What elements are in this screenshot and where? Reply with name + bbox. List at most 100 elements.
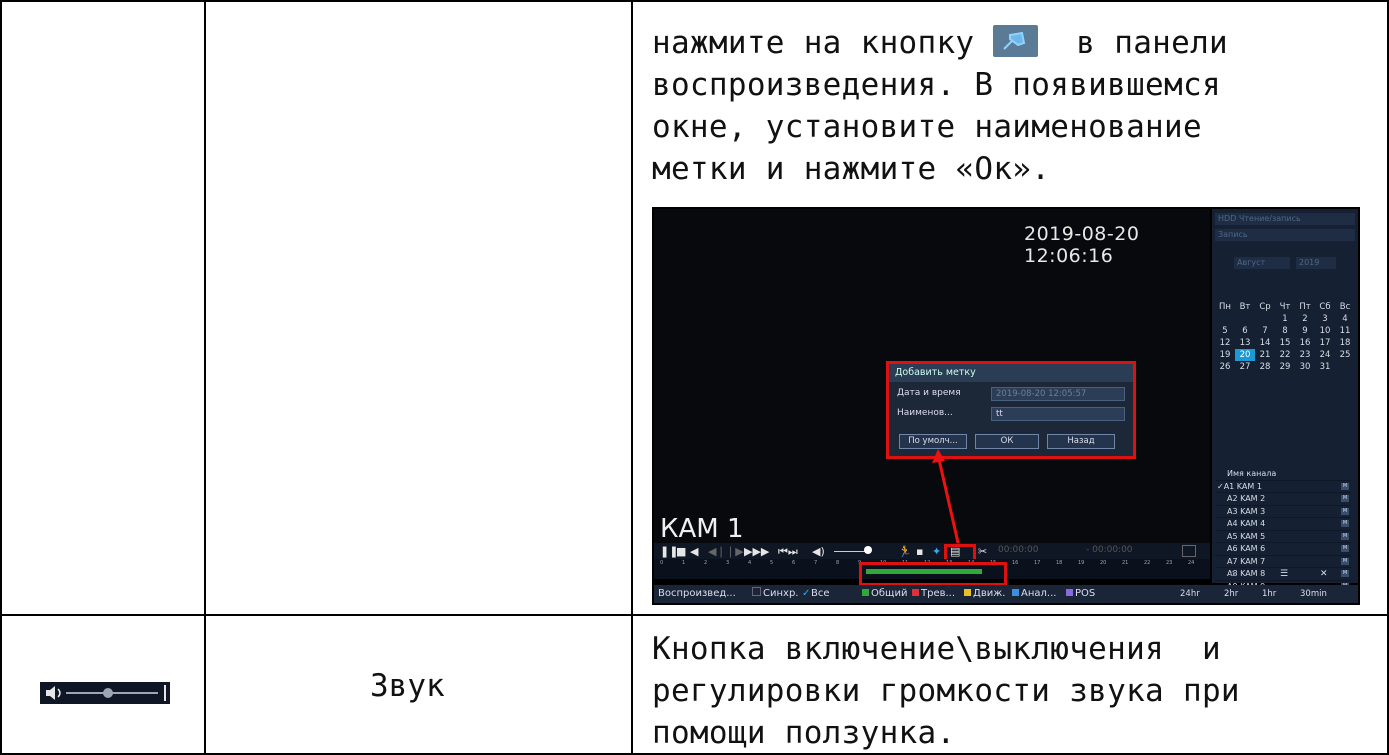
- save-icon[interactable]: [1182, 545, 1196, 557]
- weekday-label: Вт: [1239, 302, 1251, 312]
- channel-item[interactable]: A4 KAM 4M: [1215, 518, 1351, 531]
- calendar-day[interactable]: 30: [1295, 361, 1315, 373]
- weekday-label: Чт: [1279, 302, 1291, 312]
- calendar-day[interactable]: 1: [1275, 313, 1295, 325]
- start-time: 00:00:00: [998, 545, 1039, 555]
- month-select[interactable]: Август: [1234, 257, 1290, 269]
- legend-pos: POS: [1066, 585, 1095, 603]
- calendar-day[interactable]: 9: [1295, 325, 1315, 337]
- timeline-tick-label: 0: [660, 560, 664, 566]
- calendar-day[interactable]: 17: [1315, 337, 1335, 349]
- legend-motion: Движ.: [964, 585, 1005, 603]
- timeline-tick-label: 3: [726, 560, 730, 566]
- year-select[interactable]: 2019: [1296, 257, 1336, 269]
- calendar-day[interactable]: 28: [1255, 361, 1275, 373]
- snapshot-icon[interactable]: ▪: [916, 545, 923, 558]
- mode-label: Воспроизвед...: [658, 588, 736, 599]
- calendar-day[interactable]: 10: [1315, 325, 1335, 337]
- calendar-day[interactable]: 22: [1275, 349, 1295, 361]
- legend-alarm: Трев...: [912, 585, 955, 603]
- weekday-label: Сб: [1319, 302, 1331, 312]
- channel-mode-icon[interactable]: M: [1341, 557, 1349, 565]
- calendar-day[interactable]: 6: [1235, 325, 1255, 337]
- calendar-day[interactable]: 4: [1335, 313, 1355, 325]
- calendar-day[interactable]: 20: [1235, 349, 1255, 361]
- step-forward-icon[interactable]: ❘▶: [726, 545, 744, 558]
- video-area: 2019-08-20 12:06:16 КАМ 1 Добавить метку…: [654, 209, 1210, 579]
- sidebar-tool-icon[interactable]: ⌂: [1230, 569, 1236, 579]
- calendar-week: 12 13 14 15 16 17 18: [1215, 337, 1355, 349]
- weekday-label: Пт: [1299, 302, 1311, 312]
- channel-mode-icon[interactable]: M: [1341, 507, 1349, 515]
- red-arrow: [932, 449, 961, 548]
- calendar-day: [1255, 313, 1275, 325]
- calendar-day[interactable]: 3: [1315, 313, 1335, 325]
- calendar-day: [1235, 313, 1255, 325]
- zoom-30min[interactable]: 30min: [1300, 585, 1327, 603]
- calendar-day[interactable]: 27: [1235, 361, 1255, 373]
- volume-knob[interactable]: [864, 546, 872, 554]
- volume-icon[interactable]: ◀): [812, 545, 825, 558]
- timeline-tick-label: 1: [682, 560, 686, 566]
- calendar-day[interactable]: 29: [1275, 361, 1295, 373]
- channel-mode-icon[interactable]: M: [1341, 532, 1349, 540]
- clip-icon[interactable]: ✂: [978, 545, 987, 558]
- zoom-2hr[interactable]: 2hr: [1224, 585, 1238, 603]
- zoom-1hr[interactable]: 1hr: [1262, 585, 1276, 603]
- storage-select[interactable]: HDD Чтение/запись: [1215, 213, 1355, 225]
- channel-item[interactable]: A3 KAM 3M: [1215, 506, 1351, 518]
- reverse-icon[interactable]: ◀: [690, 545, 698, 558]
- channel-mode-icon[interactable]: M: [1341, 482, 1349, 490]
- channel-item[interactable]: A5 KAM 5M: [1215, 531, 1351, 543]
- skip-icon[interactable]: ⏮⏭: [778, 545, 798, 559]
- calendar-day[interactable]: 26: [1215, 361, 1235, 373]
- calendar-day[interactable]: 8: [1275, 325, 1295, 337]
- calendar-day[interactable]: 13: [1235, 337, 1255, 349]
- timeline-tick-label: 16: [1012, 560, 1019, 566]
- list-view-icon[interactable]: ☰: [1280, 569, 1288, 579]
- channel-item[interactable]: A6 KAM 6M: [1215, 543, 1351, 556]
- calendar-day[interactable]: 14: [1255, 337, 1275, 349]
- sidebar-tools: ⌂ ☰ ✕: [1230, 569, 1350, 582]
- stop-icon[interactable]: ■: [676, 545, 686, 558]
- calendar-day[interactable]: 2: [1295, 313, 1315, 325]
- channel-item[interactable]: ✓A1 KAM 1M: [1215, 481, 1351, 493]
- channel-mode-icon[interactable]: M: [1341, 545, 1349, 552]
- add-mark-icon[interactable]: ✦: [932, 545, 941, 558]
- channel-item[interactable]: A7 KAM 7M: [1215, 556, 1351, 568]
- channel-item[interactable]: A2 KAM 2M: [1215, 493, 1351, 506]
- smart-search-icon[interactable]: 🏃: [898, 545, 912, 558]
- fast-forward-icon[interactable]: ▶▶▶: [744, 545, 769, 558]
- calendar-day[interactable]: 21: [1255, 349, 1275, 361]
- timeline-tick-label: 24: [1188, 560, 1195, 566]
- sync-checkbox[interactable]: Синхр.: [752, 585, 798, 603]
- timeline-tick-label: 7: [814, 560, 818, 566]
- record-type-select[interactable]: Запись: [1215, 229, 1355, 241]
- timeline-tick-label: 4: [748, 560, 752, 566]
- calendar-day[interactable]: 16: [1295, 337, 1315, 349]
- channel-mode-icon[interactable]: M: [1341, 495, 1349, 502]
- calendar-day[interactable]: 12: [1215, 337, 1235, 349]
- calendar-day[interactable]: 15: [1275, 337, 1295, 349]
- calendar-day[interactable]: 7: [1255, 325, 1275, 337]
- calendar-day[interactable]: 24: [1315, 349, 1335, 361]
- row-divider: [0, 614, 1389, 616]
- calendar-day: [1215, 313, 1235, 325]
- all-checkbox[interactable]: ✓Все: [802, 585, 830, 603]
- timeline-tick-label: 21: [1122, 560, 1129, 566]
- zoom-24hr[interactable]: 24hr: [1180, 585, 1200, 603]
- collapse-icon[interactable]: ✕: [1320, 569, 1328, 579]
- row2-description: Кнопка включение\выключения и регулировк…: [652, 631, 1240, 751]
- calendar-day[interactable]: 31: [1315, 361, 1335, 373]
- calendar-day[interactable]: 5: [1215, 325, 1235, 337]
- calendar-day[interactable]: 18: [1335, 337, 1355, 349]
- calendar-day[interactable]: 19: [1215, 349, 1235, 361]
- timeline-tick-label: 22: [1144, 560, 1151, 566]
- channel-mode-icon[interactable]: M: [1341, 520, 1349, 527]
- playback-sidebar: HDD Чтение/запись Запись Август 2019 Пн В…: [1212, 209, 1358, 605]
- timeline-tick-label: 8: [836, 560, 840, 566]
- step-back-icon[interactable]: ◀❘: [708, 545, 726, 558]
- calendar-day[interactable]: 23: [1295, 349, 1315, 361]
- calendar-day[interactable]: 11: [1335, 325, 1355, 337]
- calendar-day[interactable]: 25: [1335, 349, 1355, 361]
